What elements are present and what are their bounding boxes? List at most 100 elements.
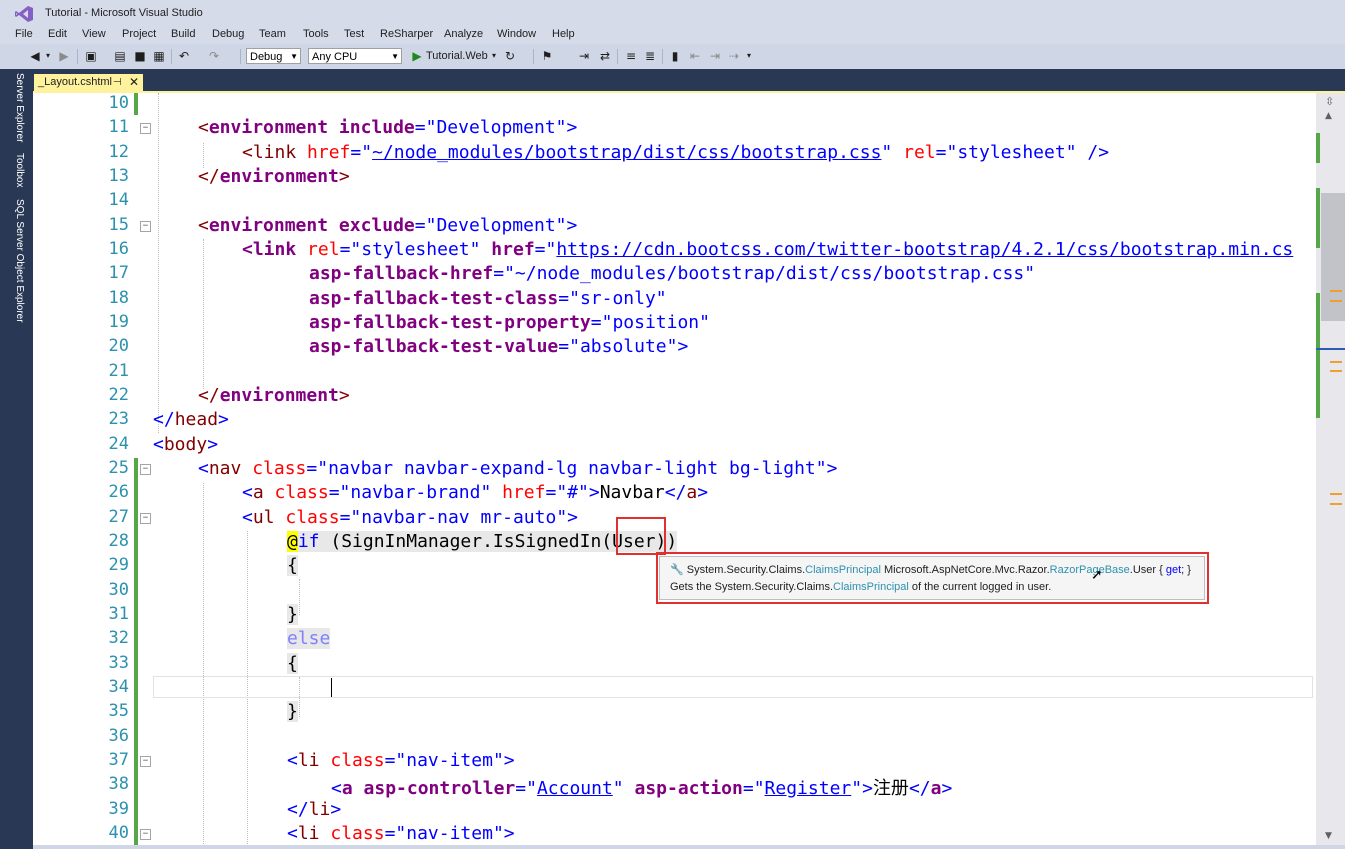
code-token: Account (536, 778, 613, 799)
tooltip-token: Microsoft.AspNetCore.Mvc.Razor. (880, 564, 1050, 576)
pin-icon[interactable]: ⊣ (113, 74, 122, 91)
code-token: "> (666, 336, 689, 357)
code-line-23: </head> (153, 409, 229, 430)
menu-edit[interactable]: Edit (48, 28, 67, 40)
menu-view[interactable]: View (82, 28, 106, 40)
code-line-13: </environment> (198, 166, 350, 187)
title-bar: Tutorial - Microsoft Visual Studio (0, 0, 1345, 28)
scroll-up-icon[interactable]: ▲ (1325, 111, 1332, 121)
sql-server-object-explorer-tab[interactable]: SQL Server Object Explorer (14, 199, 25, 323)
navigate-back-icon[interactable]: ◀ (28, 48, 42, 64)
new-project-icon[interactable]: ▣ (84, 48, 98, 64)
open-file-icon[interactable]: ▤ (113, 48, 127, 64)
document-tab-layout[interactable]: _Layout.cshtml ⊣ ✕ (34, 74, 143, 91)
code-token: < (242, 239, 253, 260)
menu-debug[interactable]: Debug (212, 28, 244, 40)
line-number: 21 (108, 361, 129, 381)
undo-icon[interactable]: ↶ (177, 48, 191, 64)
menu-resharper[interactable]: ReSharper (380, 28, 433, 40)
split-window-icon[interactable]: ⇳ (1325, 95, 1334, 108)
server-explorer-tab[interactable]: Server Explorer (14, 73, 25, 142)
save-all-icon[interactable]: ▦ (152, 48, 166, 64)
code-token: ul (252, 507, 275, 528)
browser-link-icon[interactable]: ⚑ (540, 48, 554, 64)
navigate-forward-icon[interactable]: ▶ (57, 48, 71, 64)
menu-build[interactable]: Build (171, 28, 195, 40)
collapse-icon[interactable]: − (140, 123, 151, 134)
quick-info-tooltip: 🔧 System.Security.Claims.ClaimsPrincipal… (659, 556, 1205, 600)
menu-analyze[interactable]: Analyze (444, 28, 483, 40)
start-debugging-icon[interactable]: ▶ (410, 48, 424, 64)
menu-tools[interactable]: Tools (303, 28, 329, 40)
document-tab-bar: _Layout.cshtml ⊣ ✕ (33, 69, 1345, 91)
code-token: class (241, 458, 307, 479)
start-target-label[interactable]: Tutorial.Web (426, 48, 490, 64)
code-token: "> (492, 823, 515, 844)
previous-bookmark-icon[interactable]: ⇤ (688, 48, 702, 64)
solution-platform-select[interactable]: Any CPU ▼ (308, 48, 402, 64)
code-editor[interactable]: 10 11 12 13 14 15 16 17 18 19 20 21 22 2… (33, 93, 1316, 845)
collapse-icon[interactable]: − (140, 221, 151, 232)
toolbar-overflow-icon[interactable]: ▾ (745, 48, 753, 64)
next-bookmark-icon[interactable]: ⇥ (708, 48, 722, 64)
code-token: else (287, 628, 331, 649)
code-token: =" (339, 239, 362, 260)
menu-team[interactable]: Team (259, 28, 286, 40)
line-number: 20 (108, 336, 129, 356)
start-target-dropdown-icon[interactable]: ▾ (490, 48, 498, 64)
refresh-icon[interactable]: ↻ (503, 48, 517, 64)
comment-lines-icon[interactable]: ≡ (624, 48, 638, 64)
menu-test[interactable]: Test (344, 28, 364, 40)
indent-guide (158, 93, 159, 433)
vertical-scrollbar[interactable]: ⇳ ▲ ▼ (1316, 93, 1345, 845)
code-token: position (612, 312, 700, 333)
line-number: 31 (108, 604, 129, 624)
navigate-back-dropdown-icon[interactable]: ▾ (44, 48, 52, 64)
toolbox-tab[interactable]: Toolbox (14, 153, 25, 187)
save-icon[interactable]: ■ (133, 48, 147, 64)
tooltip-token: get (1165, 564, 1182, 576)
scroll-down-icon[interactable]: ▼ (1325, 831, 1332, 841)
horizontal-scrollbar[interactable] (33, 845, 1345, 849)
code-token: > (941, 778, 953, 799)
code-token: " (480, 482, 492, 503)
code-token: ~/node_modules/bootstrap/dist/css/bootst… (372, 142, 882, 163)
bookmark-icon[interactable]: ▮ (668, 48, 682, 64)
menu-help[interactable]: Help (552, 28, 575, 40)
code-token: a (252, 482, 264, 503)
menu-window[interactable]: Window (497, 28, 536, 40)
code-token: class (274, 507, 340, 528)
code-line-20: asp-fallback-test-value="absolute"> (309, 336, 688, 357)
code-token: environment (219, 385, 339, 406)
collapse-icon[interactable]: − (140, 513, 151, 524)
redo-icon[interactable]: ↷ (207, 48, 221, 64)
tooltip-token: System.Security.Claims. (686, 564, 806, 576)
line-number: 22 (108, 385, 129, 405)
collapse-icon[interactable]: − (140, 464, 151, 475)
toolbar-separator (533, 49, 534, 64)
menu-project[interactable]: Project (122, 28, 156, 40)
line-number: 16 (108, 239, 129, 259)
code-token: </ (287, 799, 309, 820)
uncomment-lines-icon[interactable]: ≣ (643, 48, 657, 64)
line-number: 37 (108, 750, 129, 770)
solution-configuration-select[interactable]: Debug ▼ (246, 48, 301, 64)
step-into-icon[interactable]: ⇥ (577, 48, 591, 64)
close-icon[interactable]: ✕ (129, 74, 139, 91)
code-line-29: { (287, 555, 298, 576)
change-marker (1316, 293, 1320, 418)
code-token: " /> (1065, 142, 1110, 163)
annotation-box-user (616, 517, 666, 555)
line-number: 11 (108, 117, 129, 137)
menu-file[interactable]: File (15, 28, 33, 40)
step-over-icon[interactable]: ⇄ (598, 48, 612, 64)
visual-studio-logo-icon (15, 6, 33, 22)
collapse-icon[interactable]: − (140, 756, 151, 767)
warning-marker (1330, 361, 1342, 363)
clear-bookmarks-icon[interactable]: ⇢ (727, 48, 741, 64)
code-token: Navbar (599, 482, 665, 503)
collapse-icon[interactable]: − (140, 829, 151, 840)
code-token: nav-item (406, 823, 493, 844)
code-token: > (207, 434, 219, 455)
code-token: li (297, 823, 320, 844)
